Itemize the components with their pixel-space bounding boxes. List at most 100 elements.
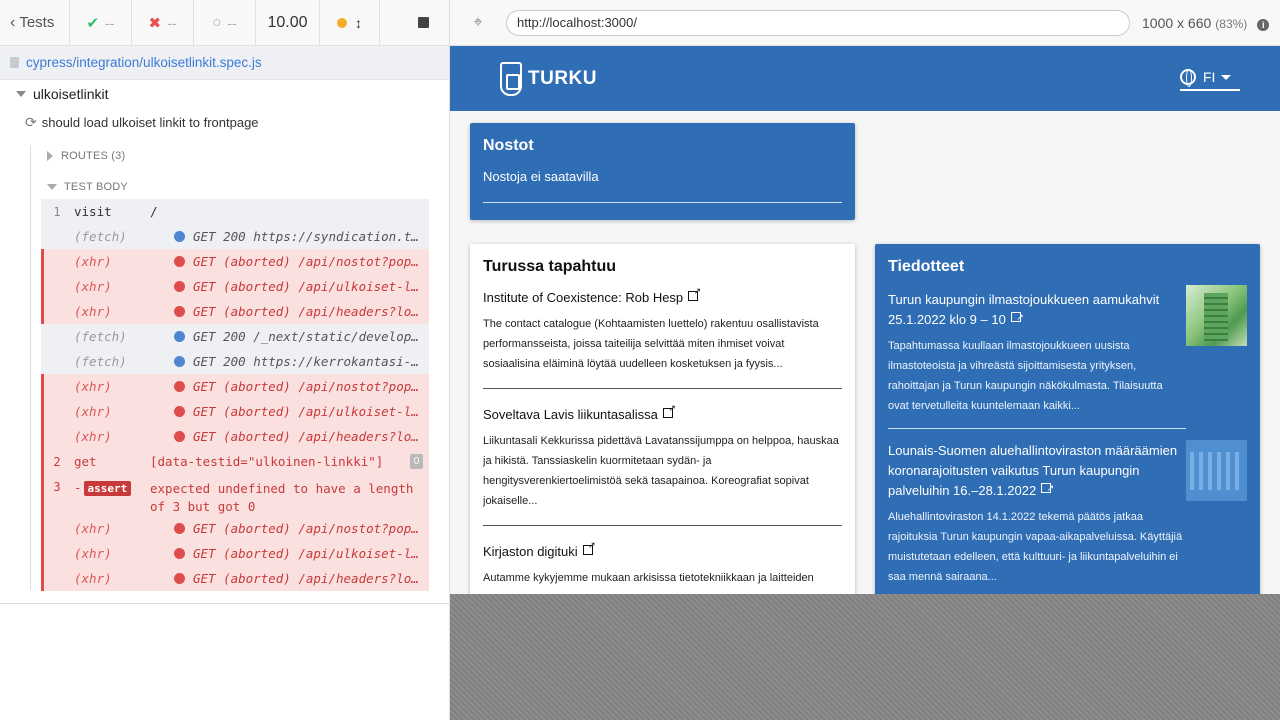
running-indicator-icon	[337, 17, 347, 28]
info-icon: i	[1257, 18, 1270, 31]
suite-title[interactable]: ulkoisetlinkit	[0, 80, 449, 108]
command-xhr[interactable]: (xhr) GET (aborted) /api/headers?locale.…	[41, 566, 429, 591]
file-icon	[10, 57, 19, 68]
status-dot-icon	[174, 256, 185, 267]
passed-count: ✔ --	[70, 0, 132, 45]
viewport-info[interactable]: 1000 x 660 (83%) i	[1142, 15, 1270, 31]
event-title[interactable]: Institute of Coexistence: Rob Hesp	[483, 290, 683, 305]
chevron-left-icon: ‹	[10, 13, 16, 31]
reporter-header: ‹ Tests ✔ -- ✖ -- ○ -- 10.00 ↕	[0, 0, 449, 46]
test-title[interactable]: ⟳ should load ulkoiset linkit to frontpa…	[0, 108, 449, 136]
tests-label: Tests	[19, 14, 55, 31]
command-fetch[interactable]: (fetch) GET 200 https://syndication.twit…	[41, 224, 429, 249]
status-dot-icon	[174, 231, 185, 242]
event-description: The contact catalogue (Kohtaamisten luet…	[483, 318, 819, 370]
selector-playground-button[interactable]: ⌖	[450, 14, 506, 32]
globe-icon	[1180, 69, 1196, 87]
external-link-icon	[662, 403, 676, 418]
indent-guide	[30, 145, 31, 590]
command-xhr[interactable]: (xhr) GET (aborted) /api/ulkoiset-linki.…	[41, 274, 429, 299]
news-item-text: Tapahtumassa kuullaan ilmastojoukkueen u…	[888, 340, 1163, 412]
tests-back-button[interactable]: ‹ Tests	[0, 0, 70, 45]
event-item[interactable]: Kirjaston digituki Autamme kykyjemme muk…	[483, 540, 842, 594]
command-xhr[interactable]: (xhr) GET (aborted) /api/ulkoiset-linki.…	[41, 399, 429, 424]
news-item-title[interactable]: Lounais-Suomen aluehallintoviraston määr…	[888, 443, 1177, 498]
status-dot-icon	[174, 573, 185, 584]
external-link-icon	[582, 540, 596, 555]
events-card: Turussa tapahtuu Institute of Coexistenc…	[470, 244, 855, 594]
command-xhr[interactable]: (xhr) GET (aborted) /api/nostot?populat.…	[41, 374, 429, 399]
circle-icon: ○	[212, 14, 222, 31]
external-link-icon	[1041, 478, 1054, 498]
event-description: Autamme kykyjemme mukaan arkisissa tieto…	[483, 572, 814, 584]
status-dot-icon	[174, 381, 185, 392]
aut-toolbar: ⌖ http://localhost:3000/ 1000 x 660 (83%)…	[450, 0, 1280, 46]
command-visit[interactable]: 1 visit /	[41, 199, 429, 224]
site-header: TURKU FI	[450, 46, 1280, 111]
command-fetch[interactable]: (fetch) GET 200 https://kerrokantasi-api…	[41, 349, 429, 374]
nostot-title: Nostot	[483, 137, 534, 154]
events-title: Turussa tapahtuu	[483, 258, 617, 275]
command-fetch[interactable]: (fetch) GET 200 /_next/static/developmen…	[41, 324, 429, 349]
status-dot-icon	[174, 331, 185, 342]
spec-file-link[interactable]: cypress/integration/ulkoisetlinkit.spec.…	[0, 46, 449, 80]
caret-right-icon	[47, 150, 53, 161]
status-dot-icon	[174, 523, 185, 534]
news-item-text: Aluehallintoviraston 14.1.2022 tekemä pä…	[888, 511, 1183, 583]
element-count-badge: 0	[410, 454, 423, 469]
routes-toggle[interactable]: ROUTES (3)	[0, 140, 449, 171]
divider	[0, 603, 449, 604]
command-list: 1 visit / (fetch) GET 200 https://syndic…	[41, 199, 429, 591]
event-title[interactable]: Kirjaston digituki	[483, 544, 578, 559]
site-logo-text[interactable]: TURKU	[528, 68, 597, 90]
assert-badge: assert	[83, 481, 132, 496]
news-thumbnail-building[interactable]	[1186, 285, 1247, 346]
cross-icon: ✖	[148, 14, 162, 32]
command-xhr[interactable]: (xhr) GET (aborted) /api/headers?locale.…	[41, 424, 429, 449]
command-xhr[interactable]: (xhr) GET (aborted) /api/headers?locale.…	[41, 299, 429, 324]
caret-down-icon	[16, 91, 26, 97]
nostot-card: Nostot Nostoja ei saatavilla	[470, 123, 855, 220]
status-dot-icon	[174, 281, 185, 292]
command-log-panel: ‹ Tests ✔ -- ✖ -- ○ -- 10.00 ↕ cypress/i…	[0, 0, 450, 720]
status-dot-icon	[174, 306, 185, 317]
test-body-toggle[interactable]: TEST BODY	[0, 171, 449, 202]
app-under-test-frame: TURKU FI Nostot Nostoja ei saatavilla Tu…	[450, 46, 1280, 594]
language-selector[interactable]: FI	[1180, 69, 1240, 91]
assert-message: expected undefined to have a length of 3…	[150, 481, 414, 514]
pending-count: ○ --	[194, 0, 256, 45]
command-xhr[interactable]: (xhr) GET (aborted) /api/nostot?populat.…	[41, 249, 429, 274]
crosshair-icon: ⌖	[473, 13, 483, 31]
news-title: Tiedotteet	[888, 258, 965, 275]
duration: 10.00	[256, 0, 320, 45]
command-xhr[interactable]: (xhr) GET (aborted) /api/nostot?populat.…	[41, 516, 429, 541]
caret-down-icon	[47, 183, 57, 190]
failed-count: ✖ --	[132, 0, 194, 45]
auto-scroll-toggle[interactable]: ↕	[320, 0, 380, 45]
command-xhr[interactable]: (xhr) GET (aborted) /api/ulkoiset-linki.…	[41, 541, 429, 566]
event-description: Liikuntasali Kekkurissa pidettävä Lavata…	[483, 435, 839, 507]
stop-button[interactable]	[380, 0, 449, 45]
external-link-icon	[1010, 307, 1024, 327]
event-item[interactable]: Institute of Coexistence: Rob Hesp The c…	[483, 286, 842, 389]
command-get[interactable]: 2 get [data-testid="ulkoinen-linkki"] 0	[41, 449, 429, 474]
status-dot-icon	[174, 356, 185, 367]
stop-icon	[418, 17, 429, 28]
news-card: Tiedotteet Turun kaupungin ilmastojoukku…	[875, 244, 1260, 594]
status-dot-icon	[174, 548, 185, 559]
turku-crest-icon[interactable]	[500, 61, 522, 96]
refresh-icon: ⟳	[25, 113, 37, 130]
event-title[interactable]: Soveltava Lavis liikuntasalissa	[483, 407, 658, 422]
viewport-background	[450, 594, 1280, 720]
external-link-icon	[688, 286, 701, 301]
command-assert[interactable]: 3 - assert expected undefined to have a l…	[41, 474, 429, 516]
news-item[interactable]: Turun kaupungin ilmastojoukkueen aamukah…	[888, 290, 1186, 429]
scroll-arrows-icon: ↕	[355, 14, 362, 31]
news-thumbnail-facade[interactable]	[1186, 440, 1247, 501]
status-dot-icon	[174, 406, 185, 417]
nostot-empty-text: Nostoja ei saatavilla	[483, 169, 599, 184]
url-bar[interactable]: http://localhost:3000/	[506, 9, 1130, 36]
caret-down-icon	[1221, 74, 1232, 80]
event-item[interactable]: Soveltava Lavis liikuntasalissa Liikunta…	[483, 403, 842, 526]
check-icon: ✔	[86, 14, 100, 32]
